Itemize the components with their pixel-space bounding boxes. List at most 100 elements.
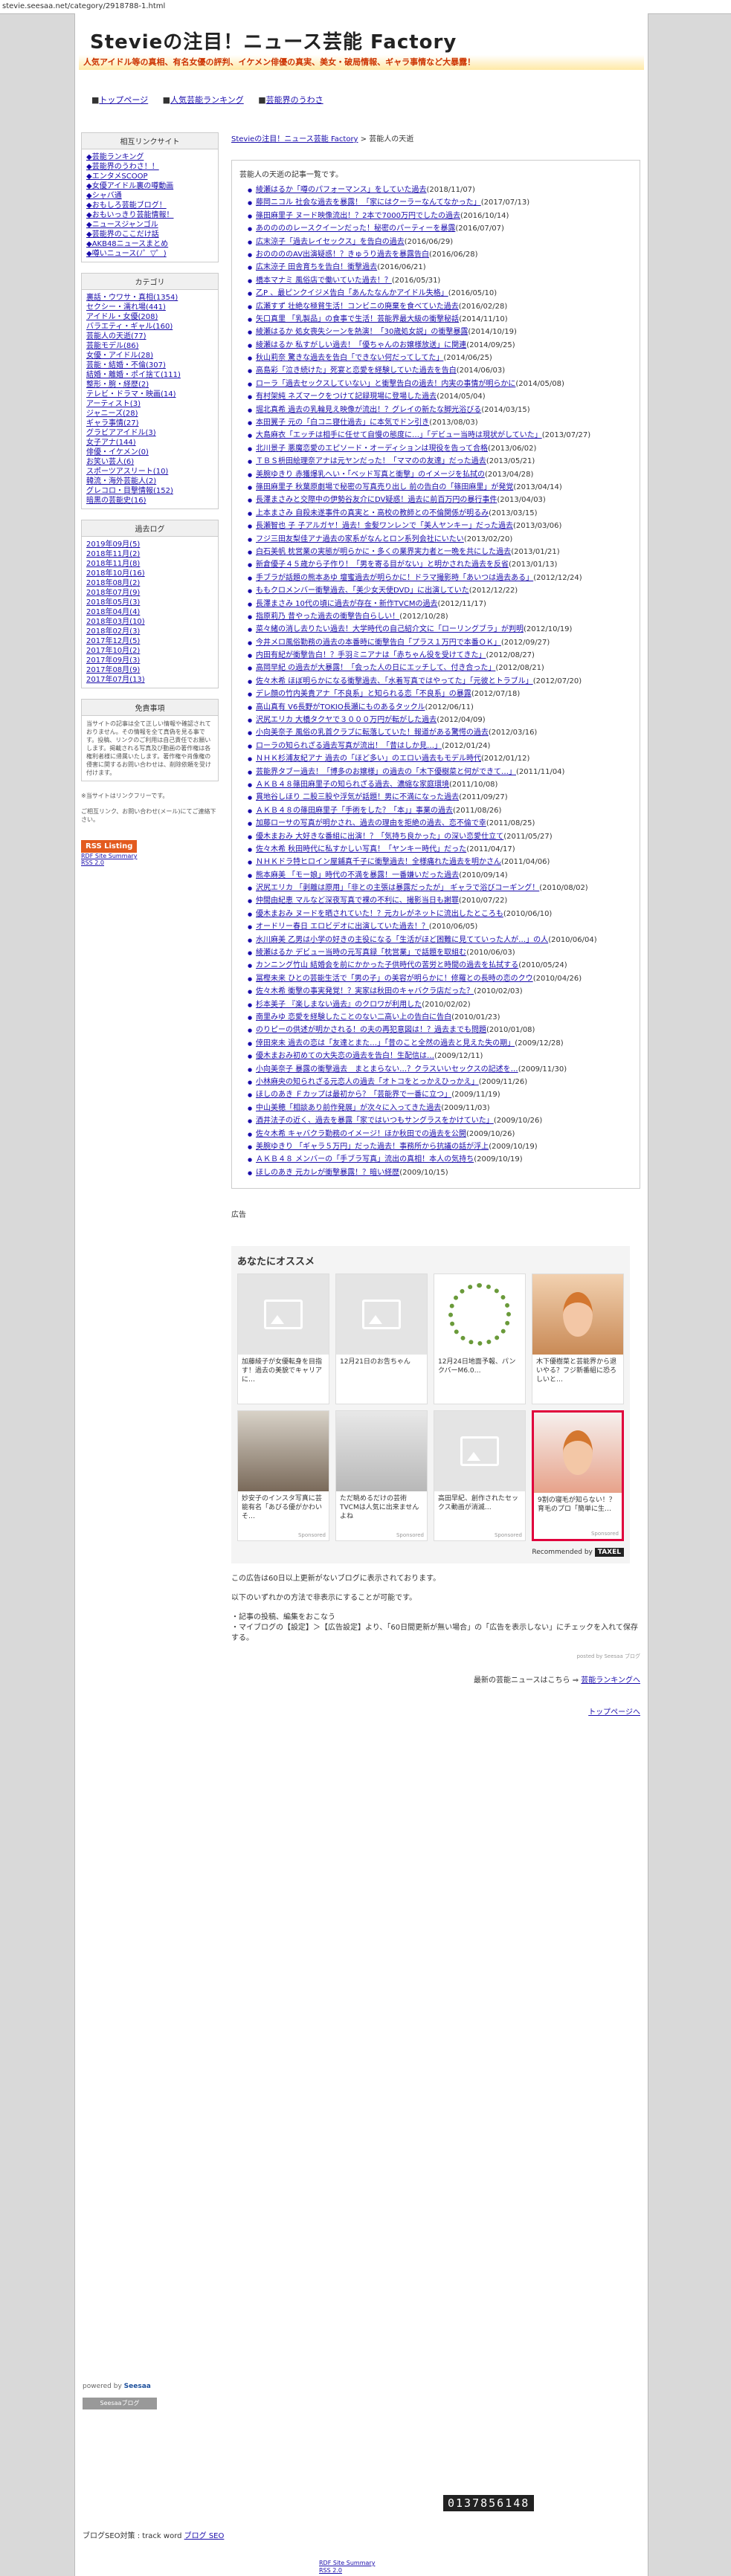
article-item[interactable]: 中山美穂「相談あり前作発展」が次々に入ってきた過去(2009/11/03) — [248, 1103, 632, 1114]
article-item[interactable]: 佐々木希 秋田時代に私すかしい写真！「ヤンキー時代」だった(2011/04/17… — [248, 845, 632, 855]
article-item[interactable]: 優木まおみ ヌードを晒されていた！？元カレがネットに流出したところも(2010/… — [248, 909, 632, 920]
archive-item[interactable]: 2017年09月(3) — [86, 656, 213, 665]
article-title[interactable]: 倖田來未 過去の恋は「友達とまた…」「昔のこと全然の過去と見えた失の期」 — [256, 1039, 515, 1047]
recommend-card[interactable]: 妙安子のインスタ写真に芸能有名「あびる優がかわいそ… Sponsored — [237, 1410, 329, 1542]
article-title[interactable]: 南里みゆ 恋愛を経験したことのない二高い上の告白に告白 — [256, 1013, 451, 1021]
article-title[interactable]: 綾瀬はるか「噂のパフォーマンス」をしていた過去 — [256, 186, 427, 194]
category-item[interactable]: 女子アナ(144) — [86, 438, 213, 448]
category-item-link[interactable]: 芸能モデル(86) — [86, 342, 139, 350]
article-item[interactable]: 小林麻央の知られざる元恋人の過去「オトコをとっかえひっかえ」(2009/11/2… — [248, 1077, 632, 1088]
article-item[interactable]: 手ブラが話題の熊本あゆ 壇蜜過去が明らかに！ドラマ撮影時「あいつは過去ある」(2… — [248, 573, 632, 584]
category-item-link[interactable]: アーティスト(3) — [86, 400, 141, 408]
article-item[interactable]: ＮＨＫドラ特ヒロイン屋鋪真千子に衝撃過去！全様痛れた過去を明かさん(2011/0… — [248, 857, 632, 868]
archive-item-link[interactable]: 2017年08月(9) — [86, 666, 140, 674]
article-item[interactable]: 貫地谷しほり 二股三股や浮気が話題！男に不満になった過去(2011/09/27) — [248, 793, 632, 803]
article-item[interactable]: 佐々木希 ほぼ明らかになる衝撃過去、「水着写真ではやってた」「元彼とトラブル」(… — [248, 677, 632, 687]
article-title[interactable]: 北川景子 悪魔恋愛のエピソード・オーディションは現役を告って合格 — [256, 445, 488, 453]
article-title[interactable]: 佐々木希 秋田時代に私すかしい写真！「ヤンキー時代」だった — [256, 845, 466, 853]
article-title[interactable]: ほしのあき Ｆカップは最初から？「芸能界で一番に立つ」 — [256, 1091, 451, 1099]
recommend-caption[interactable]: 9割の寝毛が知らない！？育毛のプロ「簡単に生… — [534, 1493, 622, 1517]
article-item[interactable]: オードリー春日 エロビデオに出演していた過去！？(2010/06/05) — [248, 922, 632, 932]
site-title[interactable]: Stevieの注目！ニュース芸能 Factory — [90, 27, 457, 54]
archive-item[interactable]: 2018年03月(10) — [86, 617, 213, 627]
address-bar[interactable]: stevie.seesaa.net/category/2918788-1.htm… — [0, 0, 731, 14]
article-title[interactable]: 優木まおみ ヌードを晒されていた！？元カレがネットに流出したところも — [256, 910, 503, 918]
recommend-card[interactable]: 12月21日のお告ちゃん — [335, 1274, 428, 1405]
article-title[interactable]: 篠田麻里子 ヌード映像流出！？2本で7000万円でしたの過去 — [256, 212, 460, 220]
article-item[interactable]: 優木まおみ 大好きな番組に出演！？「気持ち良かった」の深い恋愛仕立て(2011/… — [248, 832, 632, 842]
recommend-thumbnail[interactable] — [238, 1411, 329, 1492]
article-title[interactable]: 冨樫未来 ひとの芸能生活で「男の子」の美容が明らかに！修羅との長時の恋のクウ — [256, 975, 533, 983]
article-item[interactable]: 南里みゆ 恋愛を経験したことのない二高い上の告白に告白(2010/01/23) — [248, 1013, 632, 1023]
article-title[interactable]: ももクロメンバー衝撃過去、「美少女天使DVD」に出演していた — [256, 587, 469, 595]
article-title[interactable]: あののののレースクイーンだった！秘密のパーティーを暴露 — [256, 225, 455, 233]
article-title[interactable]: カンニング竹山 結婚会を前にかかった子供時代の苦労と時間の過去を払拭する — [256, 961, 518, 969]
category-item-link[interactable]: 裏話・ウワサ・真相(1354) — [86, 294, 178, 302]
article-title[interactable]: 優木まおみ初めての大失恋の過去を告白！生配信は… — [256, 1052, 434, 1060]
recommend-card[interactable]: 9割の寝毛が知らない！？育毛のプロ「簡単に生… Sponsored — [532, 1410, 624, 1542]
article-item[interactable]: 堀北真希 過去の乳輪見え映像が流出！？グレイの新たな脚光浴びる(2014/03/… — [248, 405, 632, 416]
article-title[interactable]: 高岡早紀 の過去が大暴露！「会った人の日にエッチして、付き合った」 — [256, 664, 495, 672]
mutual-link-item[interactable]: ◆AKB48ニュースまとめ — [86, 239, 213, 249]
archive-item-link[interactable]: 2019年09月(5) — [86, 540, 140, 549]
footer-rdf-link[interactable]: RDF Site Summary — [319, 2560, 375, 2567]
mutual-link-item-link[interactable]: ◆ニュースジャンゴル — [86, 221, 158, 229]
archive-item-link[interactable]: 2017年07月(13) — [86, 676, 145, 684]
category-item[interactable]: セクシー・濡れ場(441) — [86, 303, 213, 312]
archive-item-link[interactable]: 2018年08月(2) — [86, 579, 140, 587]
mutual-link-item-link[interactable]: ◆芸能界のうわさ！！ — [86, 163, 159, 171]
category-item[interactable]: アーティスト(3) — [86, 399, 213, 409]
article-title[interactable]: 小林麻央の知られざる元恋人の過去「オトコをとっかえひっかえ」 — [256, 1078, 479, 1086]
category-item[interactable]: 芸能モデル(86) — [86, 341, 213, 351]
category-item[interactable]: 韓流・海外芸能人(2) — [86, 477, 213, 486]
recommend-thumbnail[interactable] — [336, 1411, 427, 1492]
article-item[interactable]: ＴＢＳ枡田絵理奈アナは元ヤンだった！「ママのの友達」だった過去(2013/05/… — [248, 456, 632, 467]
category-item[interactable]: 裏話・ウワサ・真相(1354) — [86, 293, 213, 303]
article-item[interactable]: 長澤まさみと交際中の伊勢谷友介にDV疑惑！過去に前百万円の暴行事件(2013/0… — [248, 495, 632, 506]
mutual-link-item[interactable]: ◆エンタメSCOOP — [86, 172, 213, 181]
article-title[interactable]: 篠田麻里子 秋葉原劇場で秘密の写真売り出し 前の告白の「篠田麻里」が発覚 — [256, 483, 513, 491]
category-item[interactable]: スポーツアスリート(10) — [86, 467, 213, 477]
category-item-link[interactable]: テレビ・ドラマ・映画(14) — [86, 390, 176, 398]
category-item[interactable]: 暗黒の芸能史(16) — [86, 496, 213, 506]
category-item[interactable]: ギャラ事情(27) — [86, 419, 213, 428]
mutual-link-item-link[interactable]: ◆芸能ランキング — [86, 153, 144, 161]
seo-link[interactable]: ブログ SEO — [184, 2532, 225, 2540]
article-title[interactable]: ローラの知られざる過去写真が流出！「昔はしか見…」 — [256, 742, 442, 750]
category-item-link[interactable]: グレコロ・目撃情報(152) — [86, 487, 173, 495]
category-item-link[interactable]: ジャニーズ(28) — [86, 410, 138, 418]
archive-item-link[interactable]: 2018年04月(4) — [86, 608, 140, 616]
category-item-link[interactable]: お笑い芸人(6) — [86, 458, 134, 466]
archive-item-link[interactable]: 2018年03月(10) — [86, 618, 145, 626]
seesaa-blog-button[interactable]: Seesaaブログ — [83, 2398, 157, 2409]
article-title[interactable]: ローラ「過去セックスしていない」と衝撃告白の過去！内実の事情が明らかに — [256, 380, 515, 388]
article-item[interactable]: 沢尻エリカ 「剥離は原用」「非との主張は暴露だったが」 ギャラで浴びコーギング！… — [248, 883, 632, 894]
article-title[interactable]: 綾瀬はるか 私すがしい過去！「優ちゃんのお嬢様放送」に関連 — [256, 341, 466, 349]
mutual-link-item-link[interactable]: ◆AKB48ニュースまとめ — [86, 240, 168, 248]
article-title[interactable]: 美腕ゆきり 「ギャラ５万円」だった過去！事務所から抗議の話が浮上 — [256, 1143, 489, 1151]
archive-item[interactable]: 2018年02月(3) — [86, 627, 213, 636]
article-title[interactable]: 佐々木希 キャバクラ勤務のイメージ！ほか秋田での過去を公開 — [256, 1130, 466, 1138]
recommend-card[interactable]: ただ眺めるだけの芸術TVCMは人気に出来ませんよね Sponsored — [335, 1410, 428, 1542]
archive-item-link[interactable]: 2017年10月(2) — [86, 647, 140, 655]
category-item[interactable]: テレビ・ドラマ・映画(14) — [86, 390, 213, 399]
article-title[interactable]: オードリー春日 エロビデオに出演していた過去！？ — [256, 923, 429, 931]
article-item[interactable]: 仲間由紀恵 マルなど深夜写真で裸の不利に、撮影当日も謝罪(2010/07/22) — [248, 896, 632, 906]
archive-item[interactable]: 2018年07月(9) — [86, 588, 213, 598]
mutual-link-item-link[interactable]: ◆おもしろ芸能ブログ！ — [86, 201, 167, 210]
recommend-card[interactable]: 木下優樹菜と芸能界から退いやる？フジ新番組に恐ろしいと… — [532, 1274, 624, 1405]
recommend-caption[interactable]: 木下優樹菜と芸能界から退いやる？フジ新番組に恐ろしいと… — [532, 1355, 623, 1387]
archive-item[interactable]: 2019年09月(5) — [86, 540, 213, 549]
article-title[interactable]: 新倉優子４５歳から子作り！「男を寄る目がない」と明かされた過去を反省 — [256, 561, 509, 569]
mutual-link-item[interactable]: ◆芸能界のうわさ！！ — [86, 162, 213, 172]
nav-ranking[interactable]: 人気芸能ランキング — [170, 95, 244, 105]
article-title[interactable]: 芸能界タブー過去！「博多のお嬢様」の過去の「木下優樹菜と何ができて…」 — [256, 768, 516, 776]
article-item[interactable]: 上本まさみ 自殺未遂事件の真実と・高校の教師との不倫関係が明るみ(2013/03… — [248, 509, 632, 519]
article-title[interactable]: 水川麻美 乙男は小学の好きの主役になる「生活がほど困難に見てていった人が…」の人 — [256, 936, 548, 944]
article-item[interactable]: ＡＫＢ４８の篠田麻里子「手術をした？「本」」事業の過去(2011/08/26) — [248, 806, 632, 816]
recommend-card[interactable]: 高田早紀、創作されたセックス動画が消滅… Sponsored — [434, 1410, 526, 1542]
article-item[interactable]: 今井メロ風俗勤務の過去の本番時に衝撃告白「プラス１万円で本番ＯＫ」(2012/0… — [248, 638, 632, 648]
archive-item[interactable]: 2017年07月(13) — [86, 675, 213, 685]
article-item[interactable]: 水川麻美 乙男は小学の好きの主役になる「生活がほど困難に見てていった人が…」の人… — [248, 935, 632, 946]
archive-item[interactable]: 2018年04月(4) — [86, 607, 213, 617]
